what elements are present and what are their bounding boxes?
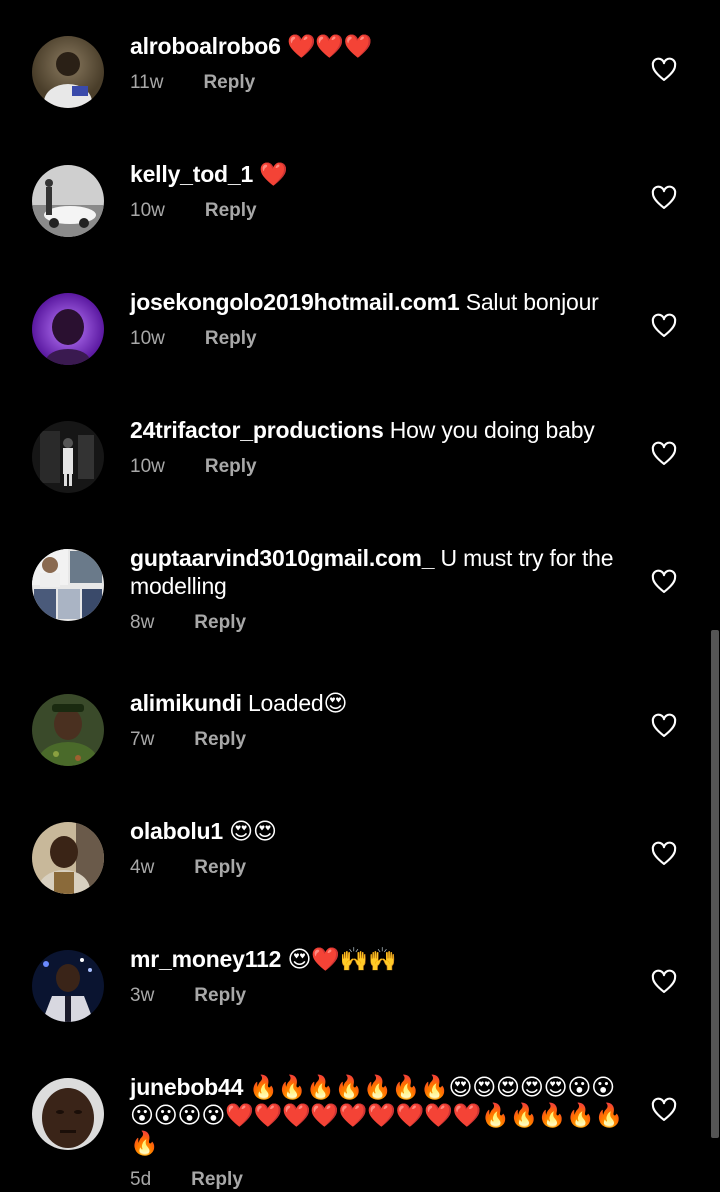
avatar[interactable] [32,165,104,237]
heart-outline-icon[interactable] [650,56,678,84]
comment-time: 7w [130,729,155,750]
comment-body: alimikundi Loaded😍 7w Reply [130,689,630,752]
scrollbar[interactable] [711,630,719,1138]
comment-body: mr_money112 😍❤️🙌🙌 3w Reply [130,945,630,1008]
avatar[interactable] [32,1078,104,1150]
comment-username[interactable]: junebob44 [130,1074,243,1100]
avatar[interactable] [32,36,104,108]
comment-username[interactable]: guptaarvind3010gmail.com_ [130,545,435,571]
reply-button[interactable]: Reply [194,611,246,635]
comment-time: 10w [130,456,165,477]
comment-time: 4w [130,857,155,878]
avatar[interactable] [32,950,104,1022]
avatar[interactable] [32,421,104,493]
comment-body: junebob44 🔥🔥🔥🔥🔥🔥🔥😍😍😍😍😍😮😮😮😮😮😮❤️❤️❤️❤️❤️❤️… [130,1073,630,1192]
comment-time: 5d [130,1169,152,1190]
comment-time: 3w [130,985,155,1006]
comment-body: kelly_tod_1 ❤️ 10w Reply [130,160,630,223]
reply-button[interactable]: Reply [194,856,246,880]
comment-body: josekongolo2019hotmail.com1 Salut bonjou… [130,288,630,351]
comment-text: Salut bonjour [465,289,599,315]
comment-text: How you doing baby [389,417,595,443]
heart-outline-icon[interactable] [650,712,678,740]
comment-time: 10w [130,328,165,349]
comment-time: 11w [130,72,164,93]
comment-text: ❤️ [259,161,288,187]
comment-username[interactable]: olabolu1 [130,818,223,844]
comment-username[interactable]: mr_money112 [130,946,281,972]
heart-outline-icon[interactable] [650,568,678,596]
heart-outline-icon[interactable] [650,440,678,468]
comment-text: 😍❤️🙌🙌 [287,946,397,972]
reply-button[interactable]: Reply [194,728,246,752]
comment-body: olabolu1 😍😍 4w Reply [130,817,630,880]
comment-time: 10w [130,200,165,221]
comment-body: alroboalrobo6 ❤️❤️❤️ 11w Reply [130,32,630,95]
reply-button[interactable]: Reply [205,199,257,223]
comment-text: 😍😍 [229,818,277,844]
avatar[interactable] [32,549,104,621]
heart-outline-icon[interactable] [650,1096,678,1124]
comment-username[interactable]: kelly_tod_1 [130,161,253,187]
comment-body: 24trifactor_productions How you doing ba… [130,416,630,479]
avatar[interactable] [32,293,104,365]
comment-text: Loaded😍 [247,690,348,716]
heart-outline-icon[interactable] [650,312,678,340]
heart-outline-icon[interactable] [650,968,678,996]
comment-text: ❤️❤️❤️ [286,33,373,59]
comment-list: alroboalrobo6 ❤️❤️❤️ 11w Reply kelly_tod_… [0,0,720,1190]
reply-button[interactable]: Reply [205,455,257,479]
comment-username[interactable]: alroboalrobo6 [130,33,281,59]
comment-username[interactable]: josekongolo2019hotmail.com1 [130,289,460,315]
reply-button[interactable]: Reply [203,71,255,95]
reply-button[interactable]: Reply [194,984,246,1008]
comment-time: 8w [130,612,155,633]
avatar[interactable] [32,822,104,894]
comment-username[interactable]: 24trifactor_productions [130,417,384,443]
heart-outline-icon[interactable] [650,184,678,212]
comment-username[interactable]: alimikundi [130,690,242,716]
heart-outline-icon[interactable] [650,840,678,868]
reply-button[interactable]: Reply [191,1168,243,1192]
comment-body: guptaarvind3010gmail.com_ U must try for… [130,544,630,635]
avatar[interactable] [32,694,104,766]
reply-button[interactable]: Reply [205,327,257,351]
